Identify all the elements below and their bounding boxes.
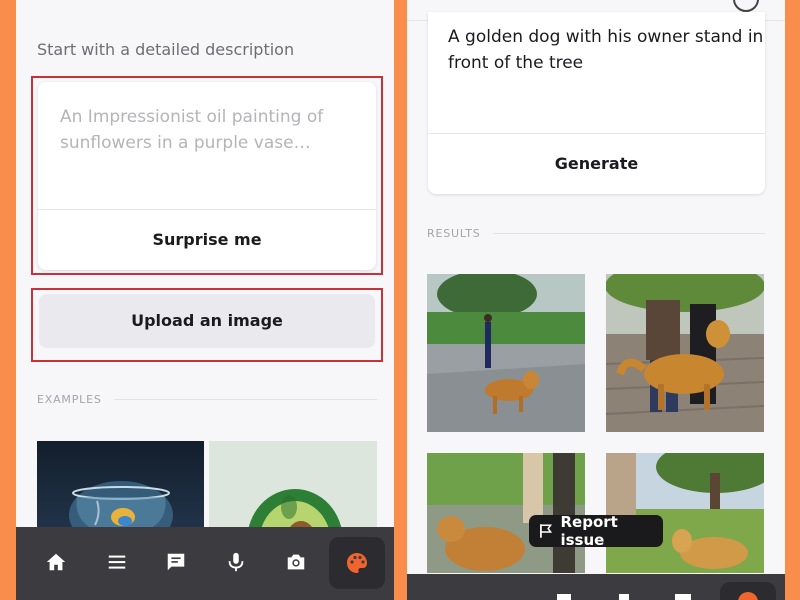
highlight-box-upload [31, 288, 383, 362]
nav-palette[interactable] [329, 537, 385, 589]
prompt-card: A golden dog with his owner stand in fro… [428, 12, 765, 194]
result-image-1[interactable] [427, 274, 585, 432]
examples-label: EXAMPLES [37, 393, 102, 406]
generate-button[interactable]: Generate [428, 134, 765, 194]
section-divider [113, 399, 377, 400]
prompt-label: Start with a detailed description [37, 40, 295, 59]
bottom-nav [16, 527, 394, 600]
nav-icons-cropped [619, 594, 629, 600]
section-divider [492, 233, 765, 234]
result-photo-dog-owner-tree [427, 274, 585, 432]
bottom-nav-partial [407, 574, 785, 600]
report-issue-button[interactable]: Report issue [529, 513, 663, 549]
prompt-input[interactable]: A golden dog with his owner stand in fro… [448, 24, 765, 76]
mic-icon [228, 552, 244, 572]
nav-palette-active-partial[interactable] [720, 582, 776, 600]
result-photo-dog-boardwalk [606, 274, 764, 432]
fishbowl-illustration [37, 441, 204, 531]
report-issue-label: Report issue [560, 513, 618, 549]
nav-home[interactable] [35, 541, 77, 583]
home-icon [46, 553, 66, 571]
camera-icon [287, 554, 305, 570]
examples-header: EXAMPLES [37, 393, 377, 406]
palette-icon [347, 553, 367, 573]
profile-avatar-partial[interactable] [733, 0, 759, 12]
nav-chat[interactable] [155, 541, 197, 583]
palette-icon [738, 592, 758, 600]
example-image-avocado[interactable] [209, 441, 377, 531]
right-phone-screen: A golden dog with his owner stand in fro… [407, 0, 785, 600]
results-header: RESULTS [427, 227, 765, 240]
nav-camera[interactable] [275, 541, 317, 583]
menu-icon [108, 555, 126, 569]
chat-icon [167, 553, 185, 571]
nav-icons-cropped [557, 594, 571, 600]
nav-menu[interactable] [96, 541, 138, 583]
nav-mic[interactable] [215, 541, 257, 583]
flag-icon [540, 524, 553, 538]
results-label: RESULTS [427, 227, 481, 240]
example-image-fishbowl[interactable] [37, 441, 204, 531]
nav-icons-cropped [675, 594, 691, 600]
left-phone-screen: Start with a detailed description An Imp… [16, 0, 394, 600]
avocado-illustration [209, 441, 377, 531]
result-image-2[interactable] [606, 274, 764, 432]
highlight-box-prompt [31, 76, 383, 275]
